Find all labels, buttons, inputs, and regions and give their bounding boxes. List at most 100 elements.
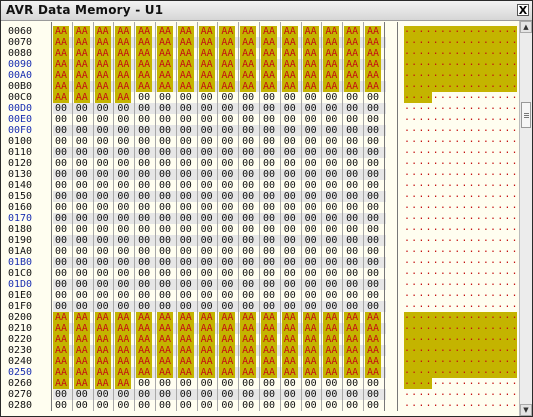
memory-cell[interactable]: 00 [303, 290, 319, 301]
memory-cell[interactable]: AA [240, 48, 257, 59]
memory-cell[interactable]: AA [323, 37, 340, 48]
memory-cell[interactable]: 00 [74, 125, 90, 136]
memory-cell[interactable]: 00 [303, 257, 319, 268]
memory-cell[interactable]: AA [302, 334, 319, 345]
memory-cell[interactable]: 00 [219, 125, 235, 136]
memory-cell[interactable]: AA [73, 345, 90, 356]
memory-cell[interactable]: AA [177, 323, 194, 334]
memory-cell[interactable]: AA [73, 70, 90, 81]
memory-cell[interactable]: 00 [74, 235, 90, 246]
memory-cell[interactable]: AA [115, 48, 132, 59]
memory-cell[interactable]: 00 [344, 279, 360, 290]
memory-cell[interactable]: AA [94, 48, 111, 59]
memory-cell[interactable]: 00 [136, 400, 152, 411]
memory-cell[interactable]: AA [240, 367, 257, 378]
memory-cell[interactable]: 00 [261, 180, 277, 191]
memory-cell[interactable]: 00 [365, 202, 381, 213]
memory-cell[interactable]: 00 [219, 235, 235, 246]
memory-cell[interactable]: 00 [219, 180, 235, 191]
memory-cell[interactable]: 00 [344, 136, 360, 147]
memory-cell[interactable]: 00 [323, 224, 339, 235]
memory-cell[interactable]: 00 [115, 279, 131, 290]
memory-cell[interactable]: 00 [344, 158, 360, 169]
memory-cell[interactable]: 00 [95, 246, 111, 257]
memory-cell[interactable]: 00 [344, 180, 360, 191]
memory-cell[interactable]: 00 [219, 136, 235, 147]
memory-cell[interactable]: 00 [157, 290, 173, 301]
memory-cell[interactable]: 00 [240, 180, 256, 191]
memory-cell[interactable]: AA [302, 26, 319, 37]
memory-cell[interactable]: 00 [365, 378, 381, 389]
memory-cell[interactable]: AA [365, 59, 381, 70]
memory-cell[interactable]: AA [323, 26, 340, 37]
memory-cell[interactable]: 00 [365, 257, 381, 268]
memory-cell[interactable]: 00 [178, 103, 194, 114]
memory-cell[interactable]: 00 [344, 268, 360, 279]
memory-cell[interactable]: AA [177, 312, 194, 323]
memory-cell[interactable]: AA [281, 48, 298, 59]
memory-cell[interactable]: AA [302, 59, 319, 70]
memory-cell[interactable]: 00 [199, 301, 215, 312]
memory-cell[interactable]: 00 [53, 103, 69, 114]
memory-cell[interactable]: 00 [178, 191, 194, 202]
memory-cell[interactable]: AA [177, 356, 194, 367]
memory-cell[interactable]: 00 [199, 268, 215, 279]
memory-cell[interactable]: 00 [303, 389, 319, 400]
memory-cell[interactable]: 00 [261, 246, 277, 257]
memory-cell[interactable]: 00 [53, 290, 69, 301]
memory-cell[interactable]: 00 [136, 224, 152, 235]
memory-cell[interactable]: AA [94, 323, 111, 334]
memory-cell[interactable]: AA [302, 70, 319, 81]
memory-cell[interactable]: 00 [136, 246, 152, 257]
memory-cell[interactable]: 00 [178, 202, 194, 213]
memory-cell[interactable]: AA [94, 26, 111, 37]
memory-cell[interactable]: AA [177, 81, 194, 92]
memory-cell[interactable]: 00 [365, 268, 381, 279]
memory-cell[interactable]: 00 [115, 224, 131, 235]
memory-cell[interactable]: AA [323, 367, 340, 378]
memory-cell[interactable]: AA [53, 59, 69, 70]
memory-cell[interactable]: AA [323, 81, 340, 92]
memory-cell[interactable]: 00 [365, 290, 381, 301]
memory-cell[interactable]: AA [53, 26, 69, 37]
memory-cell[interactable]: 00 [282, 125, 298, 136]
memory-cell[interactable]: 00 [219, 389, 235, 400]
memory-cell[interactable]: 00 [365, 246, 381, 257]
memory-cell[interactable]: 00 [178, 290, 194, 301]
memory-cell[interactable]: 00 [282, 224, 298, 235]
memory-cell[interactable]: AA [240, 345, 257, 356]
memory-cell[interactable]: 00 [365, 136, 381, 147]
memory-cell[interactable]: 00 [240, 378, 256, 389]
memory-cell[interactable]: 00 [219, 400, 235, 411]
memory-cell[interactable]: 00 [303, 103, 319, 114]
memory-cell[interactable]: 00 [199, 389, 215, 400]
memory-cell[interactable]: 00 [199, 180, 215, 191]
memory-cell[interactable]: 00 [178, 268, 194, 279]
memory-cell[interactable]: 00 [323, 125, 339, 136]
memory-cell[interactable]: 00 [240, 268, 256, 279]
memory-cell[interactable]: 00 [74, 389, 90, 400]
memory-cell[interactable]: 00 [136, 147, 152, 158]
memory-cell[interactable]: 00 [344, 389, 360, 400]
memory-cell[interactable]: 00 [95, 114, 111, 125]
memory-cell[interactable]: AA [323, 323, 340, 334]
memory-cell[interactable]: 00 [157, 114, 173, 125]
memory-cell[interactable]: 00 [282, 246, 298, 257]
memory-cell[interactable]: AA [344, 59, 361, 70]
memory-cell[interactable]: 00 [240, 103, 256, 114]
memory-cell[interactable]: AA [323, 356, 340, 367]
memory-cell[interactable]: AA [240, 26, 257, 37]
memory-cell[interactable]: AA [115, 345, 132, 356]
memory-cell[interactable]: 00 [282, 290, 298, 301]
memory-cell[interactable]: AA [365, 81, 381, 92]
memory-cell[interactable]: AA [73, 59, 90, 70]
memory-cell[interactable]: AA [177, 345, 194, 356]
memory-cell[interactable]: 00 [261, 92, 277, 103]
memory-cell[interactable]: 00 [95, 389, 111, 400]
memory-cell[interactable]: 00 [303, 301, 319, 312]
memory-cell[interactable]: 00 [115, 246, 131, 257]
memory-cell[interactable]: AA [365, 345, 381, 356]
memory-cell[interactable]: 00 [282, 103, 298, 114]
memory-cell[interactable]: 00 [53, 268, 69, 279]
memory-cell[interactable]: AA [281, 345, 298, 356]
